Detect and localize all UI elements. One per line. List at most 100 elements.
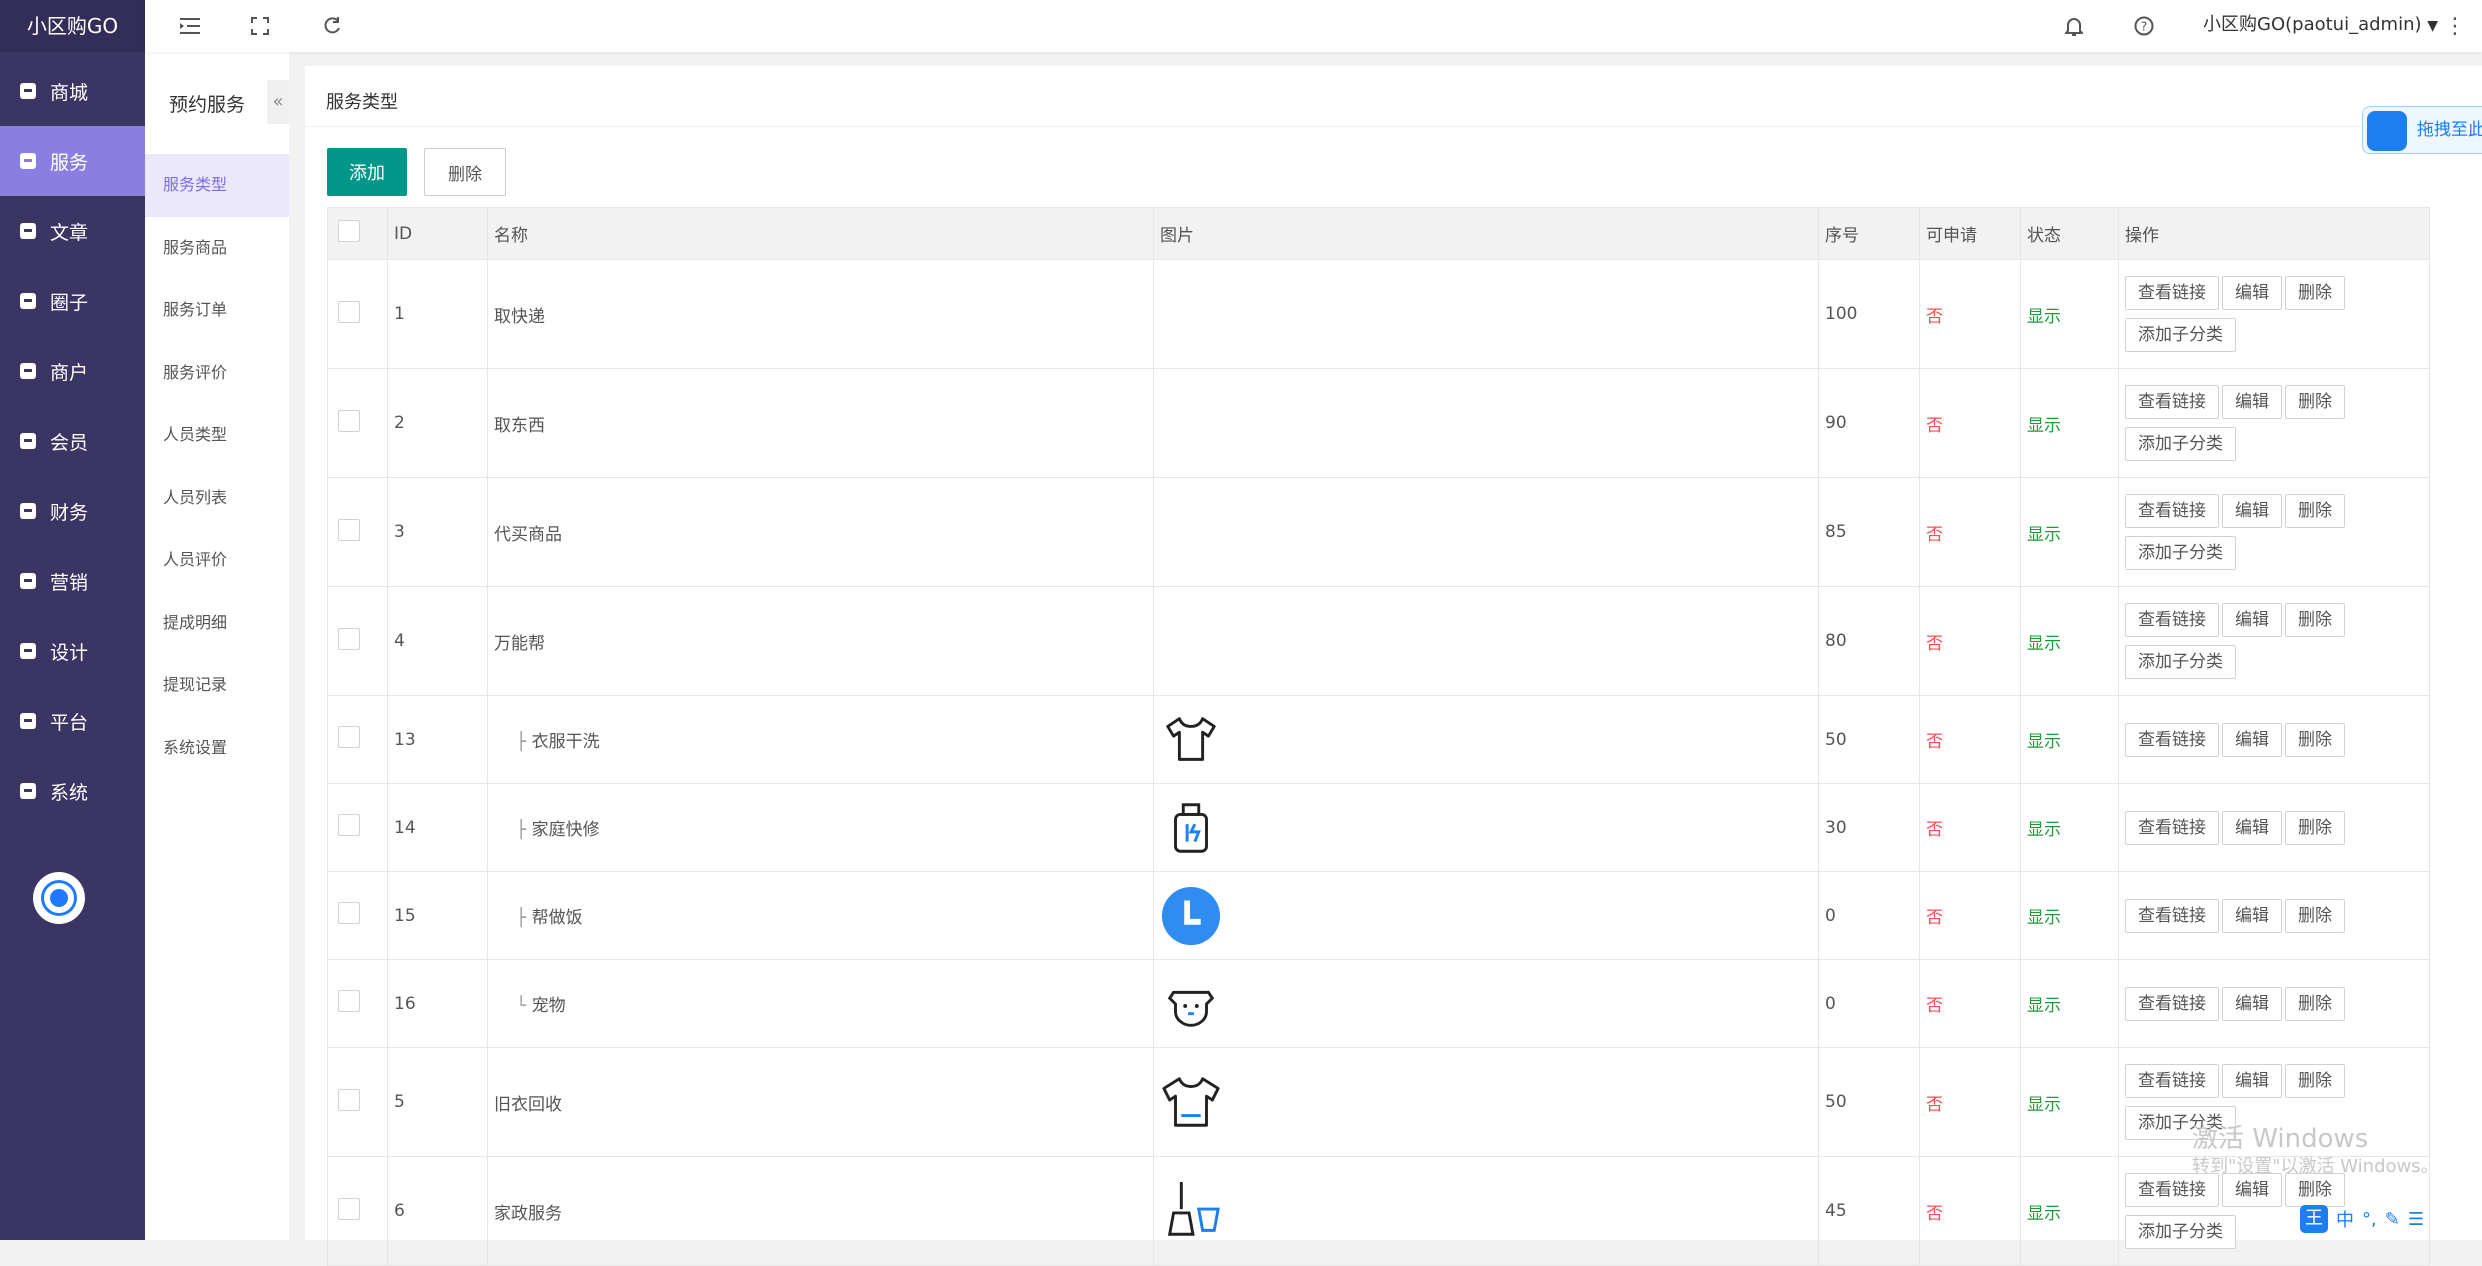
drag-upload-widget[interactable]: 拖拽至此 <box>2362 106 2482 154</box>
view-link-button[interactable]: 查看链接 <box>2125 1064 2219 1098</box>
sidebar-item-7[interactable]: 营销 <box>0 546 145 616</box>
sidebar-item-0[interactable]: 商城 <box>0 56 145 126</box>
view-link-button[interactable]: 查看链接 <box>2125 1173 2219 1207</box>
refresh-icon[interactable] <box>317 0 347 52</box>
row-delete-button[interactable]: 删除 <box>2285 1064 2345 1098</box>
view-link-button[interactable]: 查看链接 <box>2125 276 2219 310</box>
row-checkbox[interactable] <box>338 1197 360 1220</box>
edit-button[interactable]: 编辑 <box>2222 722 2282 757</box>
view-link-button[interactable]: 查看链接 <box>2125 810 2219 845</box>
submenu-item-0[interactable]: 服务类型 <box>145 154 289 217</box>
user-menu[interactable]: 小区购GO(paotui_admin) ▼ <box>2203 0 2438 52</box>
fullscreen-icon[interactable] <box>245 0 275 52</box>
table-row: 2 取东西 90 否显示 查看链接 编辑 删除 添加子分类 <box>327 368 2430 478</box>
view-link-button[interactable]: 查看链接 <box>2125 603 2219 637</box>
support-float-icon[interactable] <box>33 872 85 924</box>
edit-button[interactable]: 编辑 <box>2222 986 2282 1021</box>
view-link-button[interactable]: 查看链接 <box>2125 986 2219 1021</box>
add-button[interactable]: 添加 <box>327 148 407 196</box>
bell-icon[interactable] <box>2059 0 2089 52</box>
menu-toggle-icon[interactable] <box>175 0 205 52</box>
sidebar-item-5[interactable]: 会员 <box>0 406 145 476</box>
row-checkbox[interactable] <box>338 627 360 650</box>
row-status: 显示 <box>2020 695 2119 784</box>
select-cell <box>327 871 388 960</box>
row-sort: 50 <box>1818 695 1920 784</box>
service-type-table: ID 名称 图片 序号 可申请 状态 操作 1 取快递 100 否显示 查看链接 编辑 删除… <box>327 207 2430 1266</box>
service-icon <box>20 153 36 169</box>
edit-button[interactable]: 编辑 <box>2222 494 2282 528</box>
row-checkbox[interactable] <box>338 814 360 836</box>
edit-button[interactable]: 编辑 <box>2222 898 2282 933</box>
submenu-item-7[interactable]: 提成明细 <box>145 592 289 655</box>
submenu-item-9[interactable]: 系统设置 <box>145 717 289 780</box>
sidebar-item-2[interactable]: 文章 <box>0 196 145 266</box>
ime-toolbar[interactable]: 王 中 °, ✎ ☰ <box>2300 1204 2424 1234</box>
ime-punct-icon[interactable]: °, <box>2362 1209 2377 1230</box>
sidebar-item-3[interactable]: 圈子 <box>0 266 145 336</box>
add-child-button[interactable]: 添加子分类 <box>2125 427 2236 461</box>
row-checkbox[interactable] <box>338 902 360 924</box>
row-delete-button[interactable]: 删除 <box>2285 385 2345 419</box>
ime-pen-icon[interactable]: ✎ <box>2385 1209 2400 1230</box>
row-delete-button[interactable]: 删除 <box>2285 810 2345 845</box>
more-icon[interactable]: ⋮ <box>2444 0 2466 52</box>
ime-logo-icon[interactable]: 王 <box>2300 1205 2328 1233</box>
submenu-item-2[interactable]: 服务订单 <box>145 279 289 342</box>
sidebar-item-4[interactable]: 商户 <box>0 336 145 406</box>
row-delete-button[interactable]: 删除 <box>2285 898 2345 933</box>
submenu-item-3[interactable]: 服务评价 <box>145 342 289 405</box>
submenu-item-1[interactable]: 服务商品 <box>145 217 289 280</box>
row-checkbox[interactable] <box>338 990 360 1012</box>
view-link-button[interactable]: 查看链接 <box>2125 385 2219 419</box>
row-id: 6 <box>387 1156 488 1266</box>
member-icon <box>20 433 36 449</box>
col-header-name: 名称 <box>487 207 1154 260</box>
row-apply: 否 <box>1919 1156 2021 1266</box>
tshirt-icon <box>1160 1077 1222 1127</box>
edit-button[interactable]: 编辑 <box>2222 385 2282 419</box>
sidebar-item-9[interactable]: 平台 <box>0 686 145 756</box>
ime-lang[interactable]: 中 <box>2336 1206 2354 1232</box>
edit-button[interactable]: 编辑 <box>2222 603 2282 637</box>
row-delete-button[interactable]: 删除 <box>2285 986 2345 1021</box>
delete-button[interactable]: 删除 <box>424 148 506 196</box>
submenu-item-5[interactable]: 人员列表 <box>145 467 289 530</box>
submenu-item-6[interactable]: 人员评价 <box>145 529 289 592</box>
view-link-button[interactable]: 查看链接 <box>2125 898 2219 933</box>
edit-button[interactable]: 编辑 <box>2222 276 2282 310</box>
ime-menu-icon[interactable]: ☰ <box>2408 1209 2424 1230</box>
sidebar-item-1[interactable]: 服务 <box>0 126 145 196</box>
row-checkbox[interactable] <box>338 300 360 323</box>
add-child-button[interactable]: 添加子分类 <box>2125 318 2236 352</box>
sidebar-item-10[interactable]: 系统 <box>0 756 145 826</box>
help-icon[interactable]: ? <box>2129 0 2159 52</box>
row-checkbox[interactable] <box>338 518 360 541</box>
row-checkbox[interactable] <box>338 409 360 432</box>
cloud-icon <box>2367 111 2407 151</box>
sidebar-item-6[interactable]: 财务 <box>0 476 145 546</box>
add-child-button[interactable]: 添加子分类 <box>2125 536 2236 570</box>
submenu-item-4[interactable]: 人员类型 <box>145 404 289 467</box>
select-all-checkbox[interactable] <box>338 220 360 242</box>
row-image-cell <box>1153 1156 1819 1266</box>
row-delete-button[interactable]: 删除 <box>2285 276 2345 310</box>
view-link-button[interactable]: 查看链接 <box>2125 494 2219 528</box>
view-link-button[interactable]: 查看链接 <box>2125 722 2219 757</box>
collapse-icon[interactable]: « <box>267 80 289 124</box>
add-child-button[interactable]: 添加子分类 <box>2125 645 2236 679</box>
row-delete-button[interactable]: 删除 <box>2285 603 2345 637</box>
row-checkbox[interactable] <box>338 1088 360 1111</box>
add-child-button[interactable]: 添加子分类 <box>2125 1215 2236 1249</box>
sidebar-item-8[interactable]: 设计 <box>0 616 145 686</box>
row-delete-button[interactable]: 删除 <box>2285 1173 2345 1207</box>
row-image-cell <box>1153 959 1819 1048</box>
row-name-cell: 家政服务 <box>487 1156 1154 1266</box>
edit-button[interactable]: 编辑 <box>2222 1064 2282 1098</box>
row-delete-button[interactable]: 删除 <box>2285 722 2345 757</box>
row-delete-button[interactable]: 删除 <box>2285 494 2345 528</box>
edit-button[interactable]: 编辑 <box>2222 1173 2282 1207</box>
edit-button[interactable]: 编辑 <box>2222 810 2282 845</box>
submenu-item-8[interactable]: 提现记录 <box>145 654 289 717</box>
row-checkbox[interactable] <box>338 726 360 748</box>
